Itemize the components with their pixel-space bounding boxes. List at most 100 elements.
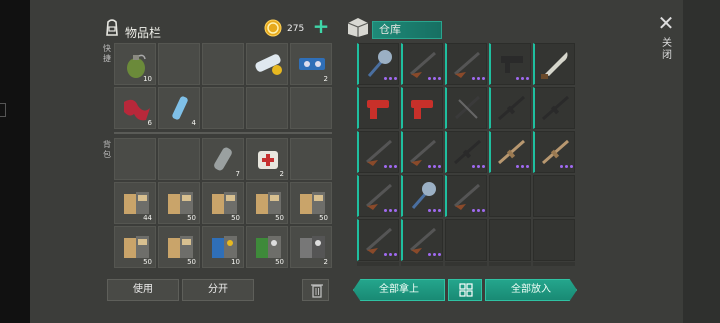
item-slot[interactable] [445,175,487,217]
empty-slot[interactable] [290,87,332,129]
item-slot[interactable]: 2 [290,226,332,268]
backpack-grid: 7 2 44 50 50 50 50 50 50 10 50 2 [114,138,332,268]
item-slot[interactable]: 50 [158,226,200,268]
inventory-title: 物品栏 [125,26,162,40]
empty-slot[interactable] [246,87,288,129]
item-slot[interactable]: 10 [114,43,156,85]
item-slot[interactable]: 44 [114,182,156,224]
item-slot[interactable] [357,219,399,261]
section-divider [114,132,332,134]
item-slot[interactable] [533,87,575,129]
flare-gun-icon [367,100,389,119]
machete-icon [541,52,568,79]
discard-button[interactable] [302,279,329,301]
item-slot[interactable]: 50 [202,182,244,224]
item-slot[interactable] [489,43,531,85]
empty-slot[interactable] [533,175,575,217]
item-slot[interactable]: 10 [202,226,244,268]
close-button[interactable]: ✕ [656,13,676,34]
item-slot[interactable] [445,131,487,173]
trash-icon [311,284,323,298]
item-count: 2 [323,75,328,83]
right-edge [683,0,720,323]
item-slot[interactable]: 2 [290,43,332,85]
item-slot[interactable]: 2 [246,138,288,180]
use-button[interactable]: 使用 [107,279,179,301]
rarity-dots [516,165,530,168]
rifle-icon [542,95,569,121]
empty-slot[interactable] [114,138,156,180]
item-slot[interactable] [246,43,288,85]
backpack-label: 背包 [103,140,111,159]
quick-slots-label: 快捷 [103,44,111,63]
take-all-button[interactable]: 全部拿上 [353,279,445,301]
backpack-icon [106,19,118,36]
item-count: 10 [143,75,152,83]
item-count: 50 [187,214,196,222]
rarity-dots [472,165,486,168]
empty-slot[interactable] [445,219,487,261]
item-slot[interactable] [401,175,443,217]
item-slot[interactable] [401,43,443,85]
item-count: 50 [275,214,284,222]
item-slot[interactable]: 50 [246,182,288,224]
item-slot[interactable] [357,131,399,173]
empty-slot[interactable] [489,175,531,217]
item-count: 50 [187,258,196,266]
item-slot[interactable] [445,43,487,85]
rifle-icon [498,95,525,121]
item-slot[interactable]: 50 [158,182,200,224]
sort-button[interactable] [448,279,482,301]
item-slot[interactable] [401,131,443,173]
split-button[interactable]: 分开 [182,279,254,301]
item-slot[interactable] [357,87,399,129]
warehouse-box-icon [347,18,369,37]
item-slot[interactable] [533,131,575,173]
rarity-dots [384,165,398,168]
item-slot[interactable]: 50 [246,226,288,268]
rarity-dots [428,209,442,212]
empty-slot[interactable] [533,219,575,261]
item-slot[interactable] [489,131,531,173]
item-count: 44 [143,214,152,222]
warehouse-grid [357,43,575,261]
item-slot[interactable] [357,175,399,217]
item-slot[interactable] [357,43,399,85]
item-slot[interactable] [533,43,575,85]
item-count: 2 [323,258,328,266]
rarity-dots [428,165,442,168]
add-coins-button[interactable]: + [312,16,330,37]
item-slot[interactable]: 50 [290,182,332,224]
item-slot[interactable]: 4 [158,87,200,129]
item-slot[interactable]: 6 [114,87,156,129]
empty-slot[interactable] [202,87,244,129]
edge-marker [0,103,6,117]
item-slot[interactable]: 7 [202,138,244,180]
empty-slot[interactable] [290,138,332,180]
rarity-dots [560,165,574,168]
empty-slot[interactable] [489,219,531,261]
item-slot[interactable] [445,87,487,129]
empty-slot[interactable] [158,138,200,180]
item-count: 10 [231,258,240,266]
empty-slot[interactable] [202,43,244,85]
item-count: 6 [147,119,152,127]
rarity-dots [428,253,442,256]
empty-slot[interactable] [158,43,200,85]
put-all-button[interactable]: 全部放入 [485,279,577,301]
item-count: 50 [143,258,152,266]
item-slot[interactable] [401,87,443,129]
rarity-dots [472,209,486,212]
rarity-dots [384,77,398,80]
item-count: 50 [231,214,240,222]
item-slot[interactable]: 50 [114,226,156,268]
item-slot[interactable] [401,219,443,261]
item-count: 4 [191,119,196,127]
rarity-dots [384,253,398,256]
item-slot[interactable] [489,87,531,129]
item-count: 7 [235,170,240,178]
grid-sort-icon [459,283,473,297]
coin-count: 275 [287,24,305,34]
warehouse-scroll-edge[interactable] [357,262,575,266]
left-edge [0,0,30,323]
